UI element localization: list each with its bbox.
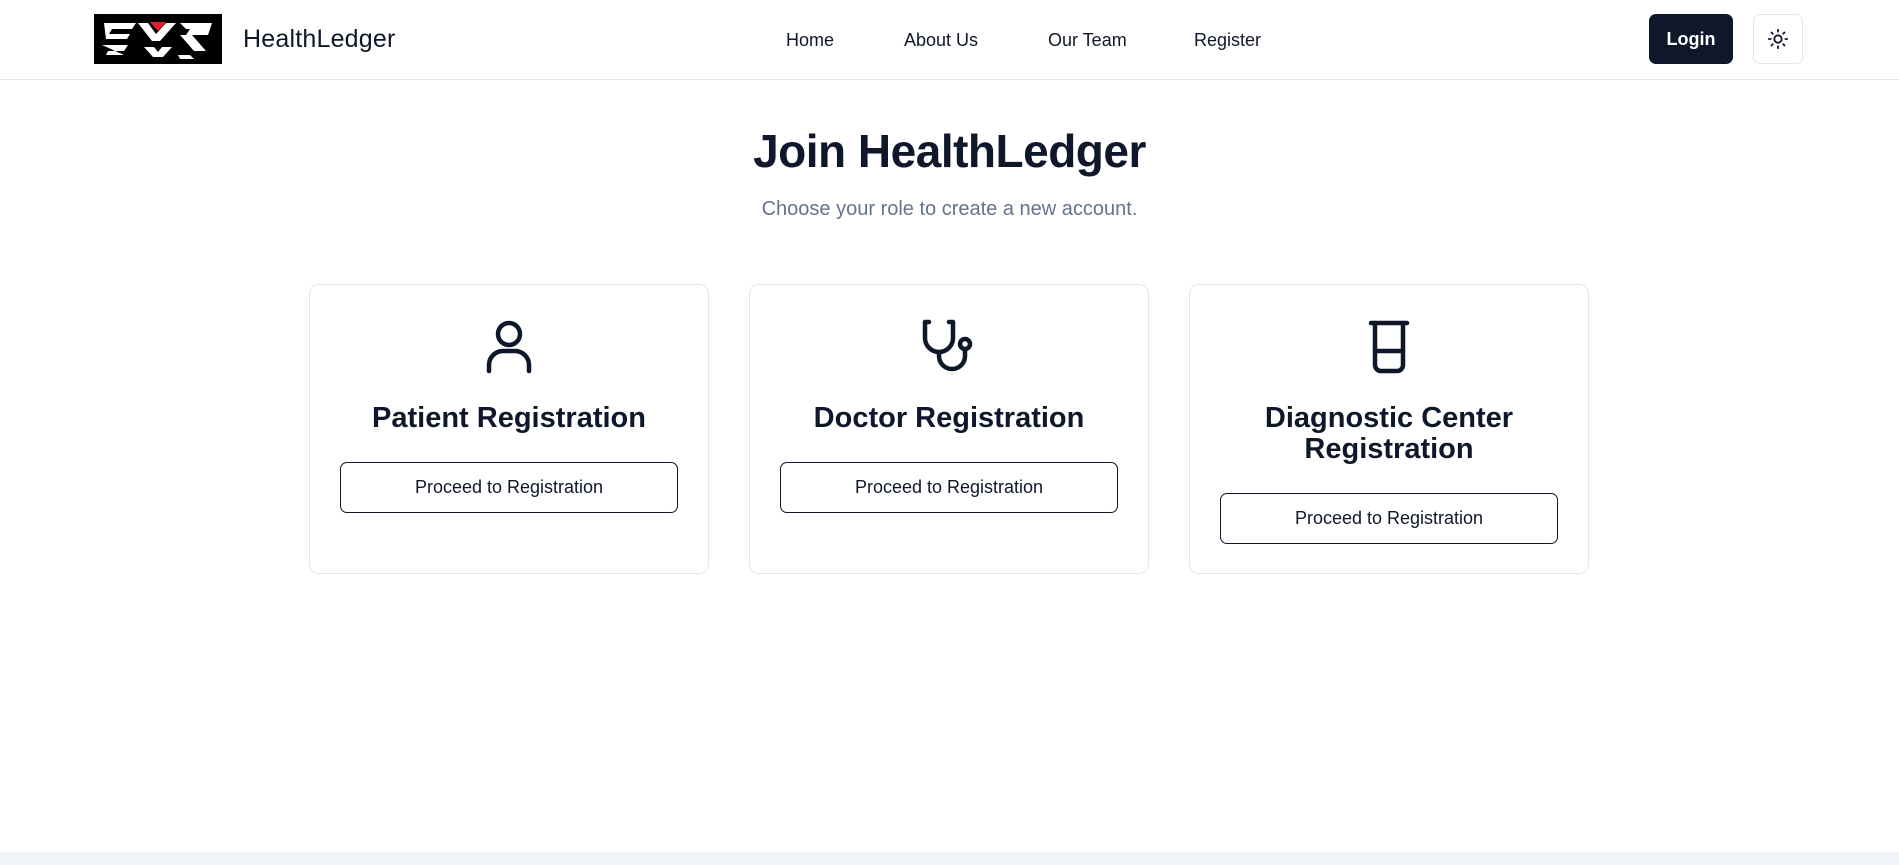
patient-proceed-button[interactable]: Proceed to Registration [340, 462, 678, 513]
diagnostic-center-registration-card: Diagnostic Center Registration Proceed t… [1189, 284, 1589, 574]
sun-icon [1767, 28, 1789, 50]
card-title: Doctor Registration [813, 402, 1085, 434]
doctor-registration-card: Doctor Registration Proceed to Registrat… [749, 284, 1149, 574]
diagnostic-proceed-button[interactable]: Proceed to Registration [1220, 493, 1558, 544]
brand-logo[interactable] [94, 14, 222, 64]
doctor-proceed-button[interactable]: Proceed to Registration [780, 462, 1118, 513]
footer-strip [0, 852, 1899, 865]
nav-link-home[interactable]: Home [786, 30, 834, 51]
login-button[interactable]: Login [1649, 14, 1733, 64]
theme-toggle-button[interactable] [1753, 14, 1803, 64]
patient-registration-card: Patient Registration Proceed to Registra… [309, 284, 709, 574]
page-subtitle: Choose your role to create a new account… [761, 198, 1138, 220]
beaker-icon [1368, 320, 1410, 374]
stethoscope-icon [922, 319, 973, 372]
nav-link-register[interactable]: Register [1194, 30, 1261, 51]
top-navbar: HealthLedger Home About Us Our Team Regi… [0, 0, 1899, 80]
ehr-logo-graphic [94, 14, 222, 64]
card-title: Diagnostic Center Registration [1264, 402, 1514, 465]
user-icon [486, 320, 532, 374]
page-title: Join HealthLedger [753, 125, 1146, 177]
nav-link-about-us[interactable]: About Us [904, 30, 978, 51]
brand-name[interactable]: HealthLedger [243, 25, 396, 54]
nav-link-our-team[interactable]: Our Team [1048, 30, 1127, 51]
card-title: Patient Registration [372, 402, 646, 434]
